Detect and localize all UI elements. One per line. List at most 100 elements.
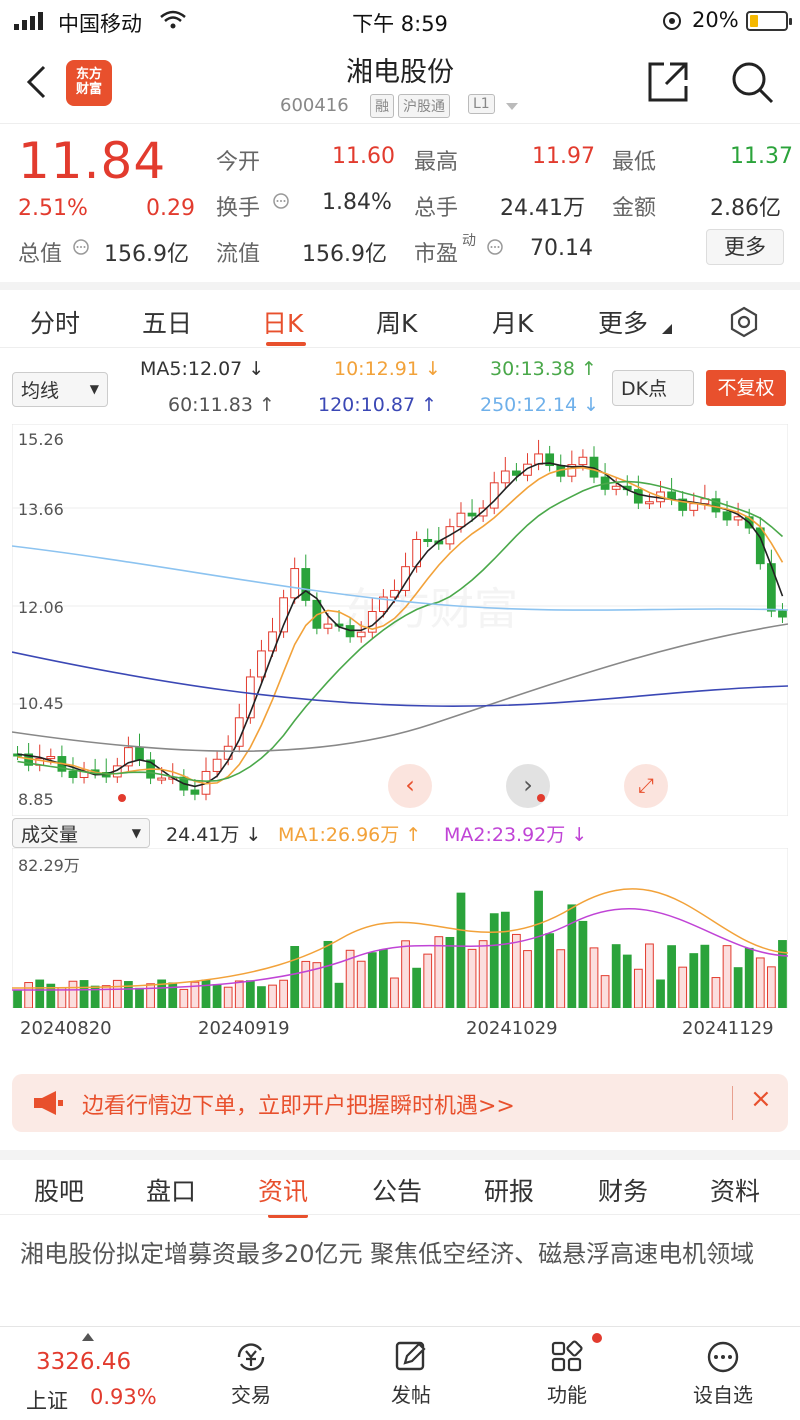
- tab-monthly-k[interactable]: 月K: [492, 304, 533, 340]
- chart-tabs: 分时 五日 日K 周K 月K 更多: [0, 282, 800, 348]
- candle-body: [190, 789, 200, 795]
- amount-label: 金额: [612, 196, 657, 221]
- index-name[interactable]: 上证: [26, 1385, 68, 1415]
- turnover-value: 1.84%: [322, 190, 392, 215]
- stock-code: 600416: [280, 95, 349, 116]
- candle-body: [534, 453, 543, 465]
- location-icon: [663, 12, 681, 30]
- dk-button[interactable]: DK点: [612, 370, 694, 406]
- nav-add-watchlist[interactable]: 设自选: [668, 1327, 778, 1408]
- ma-selector[interactable]: 均线 ▼: [12, 372, 108, 407]
- nav-trade-label: 交易: [231, 1383, 271, 1407]
- info-icon[interactable]: [272, 192, 290, 210]
- more-quote-button[interactable]: 更多: [706, 229, 784, 265]
- volume-bar: [423, 953, 433, 1009]
- tab-five-day[interactable]: 五日: [142, 304, 192, 340]
- tab-announcements[interactable]: 公告: [372, 1172, 422, 1208]
- pe-suffix: 动: [462, 233, 476, 249]
- divider: [0, 1214, 800, 1215]
- candle-body: [645, 501, 654, 505]
- tab-daily-k[interactable]: 日K: [262, 304, 303, 340]
- scroll-left-button[interactable]: ‹: [388, 764, 432, 808]
- promo-banner[interactable]: 边看行情边下单，立即开户把握瞬时机遇>> ×: [12, 1074, 788, 1132]
- candle-body: [301, 568, 311, 601]
- news-headline[interactable]: 湘电股份拟定增募资最多20亿元 聚焦低空经济、磁悬浮高速电机领域: [20, 1236, 790, 1272]
- info-icon[interactable]: [72, 238, 90, 256]
- candle-body: [223, 745, 233, 760]
- volume-bar: [534, 890, 543, 1009]
- tab-more[interactable]: 更多: [598, 304, 648, 340]
- kline-chart[interactable]: 东方财富 15.26 13.66 12.06 10.45 8.85 ‹ › ⤢: [11, 423, 789, 817]
- search-icon[interactable]: [730, 60, 776, 106]
- candle-body: [633, 489, 643, 504]
- market-cap-value: 156.9亿: [104, 242, 189, 267]
- candle-body: [290, 568, 300, 599]
- info-icon[interactable]: [486, 238, 504, 256]
- quote-panel: 11.84 2.51% 0.29 总值 156.9亿 今开 11.60 最高 1…: [0, 124, 800, 282]
- battery-percent: 20%: [692, 8, 739, 32]
- scroll-right-button[interactable]: ›: [506, 764, 550, 808]
- volume-bar: [234, 980, 244, 1009]
- candle-body: [323, 623, 333, 629]
- candle-body: [46, 756, 56, 760]
- tag-margin: 融: [370, 94, 394, 118]
- low-label: 最低: [612, 150, 657, 175]
- more-circle-icon: [707, 1341, 739, 1373]
- share-icon[interactable]: [646, 60, 692, 104]
- high-label: 最高: [414, 150, 459, 175]
- volume-bar: [13, 989, 22, 1009]
- volume-bar: [578, 920, 588, 1009]
- tab-financials[interactable]: 财务: [598, 1172, 648, 1208]
- chevron-right-icon: ›: [523, 771, 533, 799]
- active-tab-underline: [266, 342, 306, 346]
- axis-label-2: 13.66: [18, 500, 64, 519]
- volume-chart[interactable]: 82.29万: [11, 847, 789, 1009]
- settings-icon[interactable]: [726, 304, 762, 340]
- ma60-value: 60:11.83: [168, 394, 253, 416]
- ma10-value: 10:12.91: [334, 358, 419, 380]
- volume-bar: [445, 936, 455, 1009]
- ma30-label: 30:13.38 ↑: [490, 358, 597, 380]
- axis-label-4: 10.45: [18, 694, 64, 713]
- tab-orderbook[interactable]: 盘口: [146, 1172, 196, 1208]
- tab-intraday[interactable]: 分时: [30, 304, 80, 340]
- volume-bar: [467, 948, 477, 1009]
- ma5-label: MA5:12.07 ↓: [140, 358, 265, 380]
- nav-trade[interactable]: 交易: [196, 1327, 306, 1408]
- notification-dot: [537, 794, 545, 802]
- volume-bar: [112, 979, 122, 1009]
- axis-label-top: 15.26: [18, 430, 64, 449]
- candle-body: [467, 512, 477, 517]
- tab-forum[interactable]: 股吧: [34, 1172, 84, 1208]
- volume-label: 总手: [414, 196, 459, 221]
- tab-news[interactable]: 资讯: [258, 1172, 308, 1208]
- open-value: 11.60: [332, 144, 395, 169]
- nav-functions[interactable]: 功能: [512, 1327, 622, 1408]
- candle-body: [456, 512, 466, 528]
- tab-weekly-k[interactable]: 周K: [376, 304, 417, 340]
- tab-profile[interactable]: 资料: [710, 1172, 760, 1208]
- expand-button[interactable]: ⤢: [624, 764, 668, 808]
- ma250-label: 250:12.14 ↓: [480, 394, 600, 416]
- volume-bar: [678, 966, 688, 1009]
- volume-bar: [733, 967, 743, 1009]
- chevron-down-icon[interactable]: [505, 102, 519, 112]
- index-value[interactable]: 3326.46: [36, 1349, 131, 1375]
- volume-selector[interactable]: 成交量 ▼: [12, 818, 150, 848]
- volume-bar: [57, 987, 67, 1009]
- candle-body: [689, 503, 699, 511]
- volume-bar: [356, 960, 366, 1009]
- banner-text: 边看行情边下单，立即开户把握瞬时机遇>>: [82, 1094, 515, 1119]
- volume-bar: [611, 944, 621, 1009]
- index-change[interactable]: 0.93%: [90, 1385, 157, 1409]
- axis-label-3: 12.06: [18, 598, 64, 617]
- volume-bar: [667, 945, 676, 1009]
- volume-bar: [700, 944, 710, 1009]
- nav-post[interactable]: 发帖: [356, 1327, 466, 1408]
- tab-research[interactable]: 研报: [484, 1172, 534, 1208]
- nav-functions-label: 功能: [547, 1383, 587, 1407]
- banner-close-button[interactable]: ×: [750, 1084, 772, 1114]
- volume-bar: [179, 988, 189, 1009]
- adjust-button[interactable]: 不复权: [706, 370, 786, 406]
- vol-ma1-label: MA1:26.96万 ↑: [278, 824, 422, 846]
